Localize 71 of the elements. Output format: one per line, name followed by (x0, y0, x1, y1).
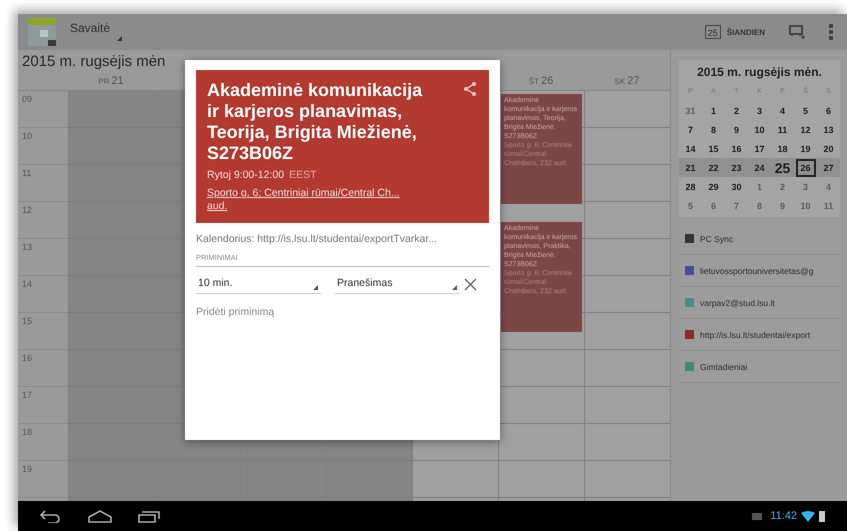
app-logo-icon[interactable] (28, 18, 56, 46)
status-clock: 11:42 (770, 510, 797, 522)
calendar-name[interactable]: PC Sync (700, 234, 734, 244)
mini-calendar-day[interactable]: 4 (780, 106, 785, 116)
calendar-name[interactable]: http://is.lsu.lt/studentai/export (700, 330, 810, 340)
event-time: Rytoj 9:00-12:00 (207, 169, 284, 181)
mini-calendar-day[interactable]: 23 (731, 162, 742, 172)
add-reminder-button[interactable]: Pridėti priminimą (196, 306, 274, 318)
recent-apps-icon[interactable] (138, 510, 160, 522)
mini-calendar-day[interactable]: 9 (734, 124, 739, 134)
mini-calendar-day[interactable]: 8 (756, 200, 762, 210)
mini-calendar-day[interactable]: 8 (710, 124, 716, 134)
back-icon[interactable] (40, 509, 62, 523)
mini-calendar-day[interactable]: 1 (756, 182, 762, 192)
mini-calendar-day[interactable]: 26 (796, 158, 816, 176)
calendar-name[interactable]: Gimtadieniai (700, 362, 748, 372)
reminder-method-dropdown[interactable]: Pranešimas (335, 275, 460, 294)
calendar-name[interactable]: varpav2@stud.lsu.lt (700, 298, 775, 308)
calendar-name[interactable]: lietuvossportouniversitetas@g (700, 266, 814, 276)
location-link[interactable]: aud. (207, 200, 228, 213)
mini-calendar-day[interactable]: 28 (685, 182, 696, 192)
mini-calendar-day[interactable]: 9 (780, 200, 785, 210)
event-timezone: EEST (289, 169, 316, 181)
mini-calendar-day[interactable]: 6 (826, 106, 831, 116)
mini-calendar-day[interactable]: 12 (800, 124, 810, 134)
mini-calendar-day[interactable]: 7 (688, 124, 693, 134)
mini-calendar-day[interactable]: 21 (685, 162, 696, 172)
mini-calendar-day[interactable]: 14 (685, 144, 696, 154)
reminder-time-dropdown[interactable]: 10 min. (196, 275, 321, 294)
mini-calendar-day[interactable]: 20 (823, 144, 834, 154)
share-icon[interactable] (463, 82, 477, 96)
battery-icon (819, 510, 825, 522)
mini-calendar-day[interactable]: 29 (708, 182, 718, 192)
today-button[interactable]: 25 ŠIANDIEN (698, 24, 771, 40)
mini-calendar-day[interactable]: 10 (800, 200, 810, 210)
mini-calendar-day[interactable]: 13 (823, 124, 834, 134)
event-title: Akademinė komunikacija ir karjeros planavimas, Teorija, Brigita Miežienė, S273B06Z (207, 80, 424, 164)
location-link[interactable]: Sporto g. 6; Centriniai rūmai/Central Ch... (207, 187, 400, 200)
mini-calendar-day[interactable]: 11 (824, 200, 834, 210)
mini-calendar-day[interactable]: 10 (754, 124, 764, 134)
mini-calendar-day[interactable]: 1 (710, 106, 716, 116)
mini-calendar-day[interactable]: 19 (800, 144, 810, 154)
mini-calendar-day[interactable]: 6 (710, 200, 716, 210)
mini-calendar-day[interactable]: 22 (708, 162, 718, 172)
calendar-day-icon: 25 (704, 25, 721, 39)
mini-calendar-day[interactable]: 5 (802, 106, 808, 116)
mini-calendar-day[interactable]: 30 (731, 182, 742, 192)
mini-calendar-day[interactable]: 2 (734, 106, 739, 116)
mini-calendar-day[interactable]: 4 (826, 182, 831, 192)
mini-calendar-day[interactable]: 5 (688, 200, 693, 210)
mini-calendar-day[interactable]: 16 (731, 144, 742, 154)
mini-calendar-day[interactable]: 3 (756, 106, 762, 116)
notification-icon (752, 512, 762, 520)
month-title: 2015 m. rugsėjis mėn (21, 52, 166, 72)
view-dropdown[interactable]: Savaitė (70, 21, 124, 43)
mini-calendar-day[interactable]: 7 (734, 200, 739, 210)
calendar-info: Kalendorius: http://is.lsu.lt/studentai/exportTvarkar... (196, 233, 438, 245)
mini-calendar-day[interactable]: 25 (774, 160, 790, 176)
mini-calendar-day[interactable]: 15 (708, 144, 718, 154)
mini-calendar-day[interactable]: 2 (780, 182, 785, 192)
mini-calendar-day[interactable]: 27 (823, 162, 834, 172)
mini-calendar-day[interactable]: 31 (685, 106, 696, 116)
mini-calendar-day[interactable]: 3 (802, 182, 808, 192)
home-icon[interactable] (88, 510, 112, 522)
mini-calendar-title: 2015 m. rugsėjis mėn. (696, 65, 823, 79)
mini-calendar-day[interactable]: 18 (777, 144, 788, 154)
mini-calendar-day[interactable]: 24 (754, 162, 764, 172)
wifi-icon (801, 510, 815, 522)
mini-calendar-day[interactable]: 17 (754, 144, 764, 154)
mini-calendar-day[interactable]: 11 (778, 124, 788, 134)
close-icon[interactable] (464, 278, 477, 291)
